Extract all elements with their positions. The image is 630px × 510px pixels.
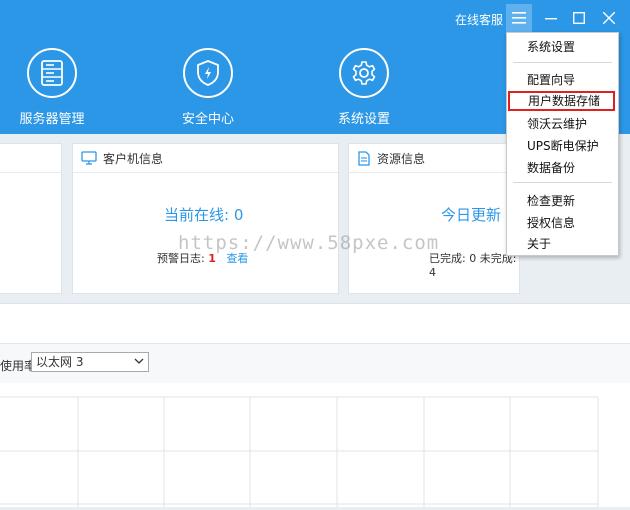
panel-title: 客户机信息: [103, 151, 164, 166]
menu-item-about[interactable]: 关于: [507, 234, 618, 254]
monitor-icon: [81, 151, 97, 165]
usage-toolbar: 使用率 以太网 3: [0, 343, 630, 385]
menu-item-cloud-maintenance[interactable]: 领沃云维护: [507, 114, 618, 134]
close-icon: [603, 12, 615, 24]
client-info-panel: 客户机信息 当前在线: 0 预警日志: 1 查看: [72, 143, 339, 294]
menu-separator: [513, 182, 612, 183]
watermark: https://www.58pxe.com: [178, 232, 440, 254]
shield-icon: [183, 48, 233, 98]
menu-item-data-backup[interactable]: 数据备份: [507, 158, 618, 178]
resource-info-panel: 资源信息 今日更新 已完成: 0 未完成: 4: [348, 143, 520, 294]
close-button[interactable]: [596, 4, 622, 32]
select-value: 以太网 3: [36, 355, 84, 369]
chevron-down-icon: [134, 358, 144, 364]
document-icon: [358, 150, 370, 166]
nav-system-settings[interactable]: 系统设置: [309, 48, 419, 127]
nav-label: 系统设置: [337, 112, 390, 127]
nav-security-center[interactable]: 安全中心: [153, 48, 263, 127]
network-adapter-select[interactable]: 以太网 3: [31, 352, 149, 372]
chart-gridlines: [0, 396, 599, 507]
hamburger-icon: [512, 12, 526, 24]
online-service-link[interactable]: 在线客服: [455, 11, 503, 28]
menu-button[interactable]: [506, 4, 532, 32]
gear-icon: [339, 48, 389, 98]
menu-item-check-update[interactable]: 检查更新: [507, 191, 618, 211]
panel-title: 资源信息: [377, 151, 426, 166]
menu-item-config-wizard[interactable]: 配置向导: [507, 70, 618, 90]
usage-panel-header: [0, 303, 630, 344]
usage-chart-grid: [0, 383, 630, 507]
maximize-icon: [573, 12, 585, 24]
menu-separator: [513, 62, 612, 63]
maximize-button[interactable]: [566, 4, 592, 32]
panel-header: [0, 144, 61, 173]
left-panel: [0, 143, 62, 294]
menu-item-user-data-storage[interactable]: 用户数据存储: [508, 91, 615, 111]
main-menu-dropdown: 系统设置 配置向导 用户数据存储 领沃云维护 UPS断电保护 数据备份 检查更新…: [506, 32, 619, 256]
minimize-button[interactable]: [538, 4, 564, 32]
online-count: 当前在线: 0: [164, 206, 244, 224]
minimize-icon: [545, 18, 557, 20]
nav-server-management[interactable]: 服务器管理: [0, 48, 107, 127]
today-update-count: 今日更新: [441, 206, 502, 224]
menu-item-license-info[interactable]: 授权信息: [507, 213, 618, 233]
menu-item-ups-protection[interactable]: UPS断电保护: [507, 136, 618, 156]
panel-header: 客户机信息: [73, 144, 338, 173]
panel-header: 资源信息: [349, 144, 519, 173]
nav-label: 服务器管理: [19, 112, 85, 127]
nav-label: 安全中心: [181, 112, 234, 127]
menu-item-system-settings[interactable]: 系统设置: [507, 37, 618, 57]
server-icon: [27, 48, 77, 98]
